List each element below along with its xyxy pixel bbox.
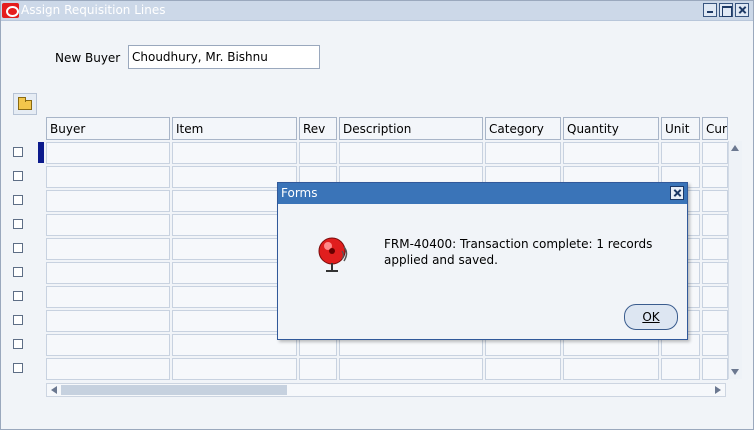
grid-cell[interactable] — [661, 142, 700, 164]
grid-cell[interactable] — [46, 214, 170, 236]
forms-dialog: Forms FRM-40400: Transaction complete: 1… — [277, 182, 688, 340]
grid-cell[interactable] — [46, 142, 170, 164]
row-checkbox[interactable] — [13, 195, 23, 205]
grid-cell[interactable] — [339, 358, 483, 380]
alarm-bell-icon — [318, 237, 348, 272]
open-folder-button[interactable] — [13, 93, 37, 115]
dialog-close-icon[interactable] — [670, 186, 684, 200]
grid-cell[interactable] — [702, 214, 728, 236]
column-header[interactable]: Rev — [299, 117, 337, 140]
grid-cell[interactable] — [46, 166, 170, 188]
column-header[interactable]: Cur — [702, 117, 728, 140]
folder-icon — [18, 97, 32, 110]
grid-cell[interactable] — [702, 142, 728, 164]
grid-cell[interactable] — [46, 334, 170, 356]
column-header[interactable]: Quantity — [563, 117, 659, 140]
column-header[interactable]: Item — [172, 117, 297, 140]
column-header[interactable]: Description — [339, 117, 483, 140]
grid-cell[interactable] — [46, 238, 170, 260]
grid-cell[interactable] — [172, 142, 297, 164]
new-buyer-label: New Buyer — [55, 51, 121, 65]
row-checkbox[interactable] — [13, 315, 23, 325]
grid-cell[interactable] — [485, 358, 561, 380]
grid-cell[interactable] — [172, 358, 297, 380]
scroll-left-icon[interactable] — [51, 386, 57, 394]
grid-cell[interactable] — [702, 310, 728, 332]
grid-cell[interactable] — [46, 190, 170, 212]
row-checkbox[interactable] — [13, 171, 23, 181]
row-checkbox[interactable] — [13, 243, 23, 253]
scroll-right-icon[interactable] — [715, 386, 721, 394]
window-controls — [703, 3, 749, 17]
column-header[interactable]: Category — [485, 117, 561, 140]
dialog-titlebar[interactable]: Forms — [278, 183, 687, 204]
grid-cell[interactable] — [702, 358, 728, 380]
grid-cell[interactable] — [563, 142, 659, 164]
grid-cell[interactable] — [661, 358, 700, 380]
column-header[interactable]: Buyer — [46, 117, 170, 140]
row-checkbox[interactable] — [13, 267, 23, 277]
grid-cell[interactable] — [485, 142, 561, 164]
grid-cell[interactable] — [702, 262, 728, 284]
column-header[interactable]: Unit — [661, 117, 700, 140]
grid-cell[interactable] — [702, 166, 728, 188]
oracle-app-icon — [2, 3, 19, 18]
grid-cell[interactable] — [702, 238, 728, 260]
grid-cell[interactable] — [46, 262, 170, 284]
assign-requisition-window: Assign Requisition Lines New Buyer Buyer… — [0, 0, 754, 430]
row-checkbox[interactable] — [13, 291, 23, 301]
scroll-down-icon[interactable] — [731, 369, 739, 375]
row-checkbox[interactable] — [13, 219, 23, 229]
row-checkbox[interactable] — [13, 147, 23, 157]
close-icon[interactable] — [735, 3, 749, 17]
window-title: Assign Requisition Lines — [21, 3, 166, 17]
grid-cell[interactable] — [702, 190, 728, 212]
new-buyer-input[interactable] — [128, 45, 320, 69]
scroll-up-icon[interactable] — [731, 145, 739, 151]
row-checkbox[interactable] — [13, 363, 23, 373]
window-titlebar[interactable]: Assign Requisition Lines — [1, 1, 753, 21]
grid-cell[interactable] — [46, 310, 170, 332]
ok-button[interactable]: OK — [624, 304, 678, 330]
grid-cell[interactable] — [46, 286, 170, 308]
grid-cell[interactable] — [702, 286, 728, 308]
minimize-icon[interactable] — [703, 3, 717, 17]
grid-cell[interactable] — [563, 358, 659, 380]
dialog-title: Forms — [281, 186, 318, 200]
grid-cell[interactable] — [46, 358, 170, 380]
scroll-thumb[interactable] — [61, 385, 287, 395]
row-checkbox[interactable] — [13, 339, 23, 349]
grid-cell[interactable] — [299, 142, 337, 164]
grid-horizontal-scrollbar[interactable] — [46, 383, 726, 397]
current-row-marker — [38, 142, 44, 163]
dialog-message: FRM-40400: Transaction complete: 1 recor… — [384, 237, 653, 267]
grid-cell[interactable] — [339, 142, 483, 164]
grid-cell[interactable] — [702, 334, 728, 356]
maximize-icon[interactable] — [719, 3, 733, 17]
grid-vertical-scrollbar[interactable] — [728, 141, 742, 379]
grid-cell[interactable] — [299, 358, 337, 380]
